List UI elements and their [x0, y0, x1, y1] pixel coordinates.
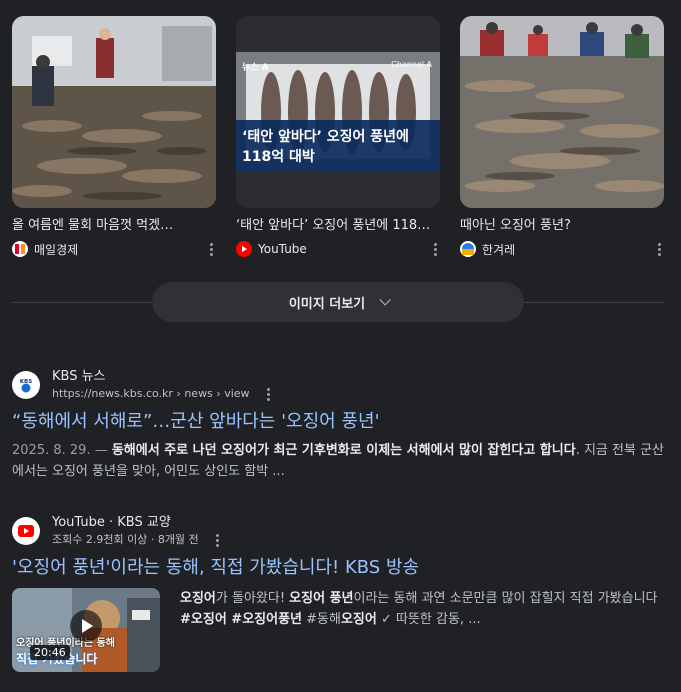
snippet-text: ✓ 따뜻한 감동, ... [376, 612, 481, 627]
squid-market-photo-2[interactable] [460, 16, 664, 208]
image-card-title[interactable]: ‘태안 앞바다’ 오징어 풍년에 118… [236, 217, 440, 235]
thumbnail-headline-line1: ‘태안 앞바다’ 오징어 풍년에 [242, 129, 409, 145]
squid-market-photo-1[interactable] [12, 16, 216, 208]
image-card-title[interactable]: 때아닌 오징어 풍년? [460, 217, 664, 235]
image-card-source-name: YouTube [258, 242, 307, 256]
video-thumbnail[interactable]: 오징어 풍년이라는 동해 직접 가봤습니다 20:46 [12, 588, 160, 672]
result-site-info[interactable]: YouTube · KBS 교양 조회수 2.9천회 이상 · 8개월 전 [12, 514, 672, 548]
result-site-name: YouTube · KBS 교양 [52, 515, 171, 530]
search-result-2: YouTube · KBS 교양 조회수 2.9천회 이상 · 8개월 전 '오… [12, 514, 672, 672]
more-options-icon[interactable] [654, 242, 664, 256]
snippet-text: #동해 [302, 612, 341, 627]
chevron-down-icon [379, 294, 391, 306]
hankyoreh-logo-icon [460, 241, 476, 257]
video-result-row: 오징어 풍년이라는 동해 직접 가봤습니다 20:46 오징어가 돌아왔다! 오… [12, 588, 672, 672]
image-results-row: 올 여름엔 물회 마음껏 먹겠… 매일경제 뉴스 A Channel A ‘태안… [12, 16, 664, 258]
snippet-hashtags: #오징어 #오징어풍년 [180, 612, 302, 627]
more-options-icon[interactable] [213, 533, 223, 547]
snippet-text: 가 돌아왔다! [215, 591, 290, 606]
kbs-favicon-icon: KBS [12, 371, 40, 399]
image-card-title[interactable]: 올 여름엔 물회 마음껏 먹겠… [12, 217, 216, 235]
youtube-favicon-icon [12, 517, 40, 545]
result-site-info[interactable]: KBS KBS 뉴스 https://news.kbs.co.kr › news… [12, 368, 672, 402]
more-options-icon[interactable] [264, 387, 274, 401]
image-card-source: YouTube [236, 240, 440, 258]
result-snippet: 2025. 8. 29. — 동해에서 주로 나던 오징어가 최근 기후변화로 … [12, 440, 672, 482]
more-images-label: 이미지 더보기 [288, 296, 366, 312]
more-images-button[interactable]: 이미지 더보기 [152, 282, 524, 322]
youtube-logo-icon [236, 241, 252, 257]
image-card-source: 매일경제 [12, 240, 216, 258]
image-card-1[interactable]: 올 여름엔 물회 마음껏 먹겠… 매일경제 [12, 16, 216, 258]
image-card-2[interactable]: 뉴스 A Channel A ‘태안 앞바다’ 오징어 풍년에 118억 대박 … [236, 16, 440, 258]
result-meta-row: 조회수 2.9천회 이상 · 8개월 전 [52, 532, 223, 548]
snippet-highlight: 오징어 풍년 [289, 591, 354, 606]
result-title-link[interactable]: '오징어 풍년'이라는 동해, 직접 가봤습니다! KBS 방송 [12, 556, 672, 580]
channel-a-tag: Channel A [391, 60, 432, 69]
result-meta: 조회수 2.9천회 이상 · 8개월 전 [52, 533, 199, 546]
result-date: 2025. 8. 29. — [12, 443, 108, 458]
snippet-highlight: 오징어 [340, 612, 377, 627]
more-options-icon[interactable] [206, 242, 216, 256]
image-card-source-name: 매일경제 [34, 242, 79, 257]
youtube-video-thumbnail[interactable]: 뉴스 A Channel A ‘태안 앞바다’ 오징어 풍년에 118억 대박 [236, 16, 440, 208]
snippet-highlight: 오징어 [180, 591, 216, 606]
news-a-tag: 뉴스 A [242, 63, 269, 73]
search-results-page: 올 여름엔 물회 마음껏 먹겠… 매일경제 뉴스 A Channel A ‘태안… [0, 0, 681, 692]
video-snippet: 오징어가 돌아왔다! 오징어 풍년이라는 동해 과연 소문만큼 많이 잡힐지 직… [180, 588, 672, 672]
result-site-name: KBS 뉴스 [52, 369, 106, 384]
result-url-row: https://news.kbs.co.kr › news › view [52, 386, 274, 402]
thumbnail-headline-line2: 118억 대박 [242, 149, 315, 165]
video-duration: 20:46 [30, 645, 70, 660]
snippet-highlight: 동해에서 주로 나던 오징어가 최근 기후변화로 이제는 서해에서 많이 잡힌다… [111, 443, 576, 458]
image-card-source: 한겨레 [460, 240, 664, 258]
maeil-business-logo-icon [12, 241, 28, 257]
image-card-3[interactable]: 때아닌 오징어 풍년? 한겨레 [460, 16, 664, 258]
play-icon [70, 610, 102, 642]
snippet-text: 이라는 동해 과연 소문만큼 많이 잡힐지 직접 가봤습니다 [353, 591, 658, 606]
result-url: https://news.kbs.co.kr › news › view [52, 387, 250, 400]
search-result-1: KBS KBS 뉴스 https://news.kbs.co.kr › news… [12, 368, 672, 482]
more-options-icon[interactable] [430, 242, 440, 256]
image-card-source-name: 한겨레 [482, 242, 516, 257]
result-title-link[interactable]: “동해에서 서해로”…군산 앞바다는 '오징어 풍년' [12, 410, 672, 434]
